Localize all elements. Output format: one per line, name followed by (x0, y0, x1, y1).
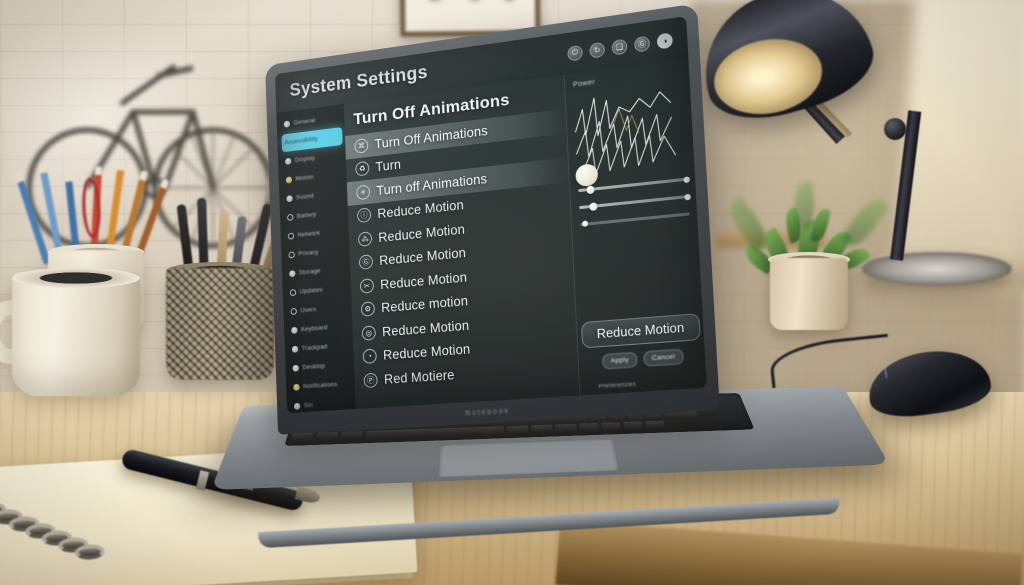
laptop-screen: System Settings ⏻ ↻ ❑ Ⓖ ◑ General Access… (274, 16, 707, 414)
sidebar-item-label: Updates (299, 286, 323, 296)
dial-knob[interactable] (575, 162, 599, 188)
list-item-label: Reduce Motion (382, 341, 471, 363)
accessibility-icon[interactable]: Ⓖ (633, 34, 651, 53)
sparkle-icon: ✳ (356, 184, 371, 201)
gear-icon: ⚙ (360, 301, 376, 318)
sidebar-item-label: Network (297, 229, 321, 239)
settings-list: ⌘ Turn Off Animations ♻ Turn ✳ Turn off … (345, 108, 579, 393)
sidebar-item-label: Privacy (298, 248, 319, 258)
picture-artwork (412, 0, 528, 8)
laptop-brand-label: Notebook (465, 407, 511, 417)
panel-footer-label: Preferences (598, 381, 637, 391)
mug-rim (12, 268, 140, 288)
trackpad[interactable] (438, 438, 619, 478)
compass-icon: ◎ (361, 325, 376, 341)
duration-slider[interactable] (579, 193, 691, 211)
reduce-motion-button[interactable]: Reduce Motion (580, 313, 701, 349)
gear-icon (283, 120, 291, 128)
power-icon[interactable]: ⏻ (567, 44, 583, 62)
main-content: Turn Off Animations ⌘ Turn Off Animation… (343, 75, 580, 410)
sync-icon[interactable]: ↻ (589, 41, 606, 59)
person-icon: ⓘ (356, 207, 372, 224)
laptop-base-front (258, 497, 840, 549)
motion-icon (285, 176, 293, 184)
list-item-label: Turn (375, 157, 402, 175)
slider-handle[interactable] (581, 220, 589, 228)
sidebar-item-label: Trackpad (301, 343, 328, 353)
desktop-icon (292, 364, 299, 372)
sidebar-item-label: Notifications (303, 381, 338, 391)
list-item-label: Reduce Motion (381, 317, 470, 340)
right-panel: Power Reduce Motion Apply Cancel Prefere… (563, 58, 707, 396)
titlebar-icon-group: ⏻ ↻ ❑ Ⓖ ◑ (567, 31, 674, 62)
slider-handle[interactable] (589, 201, 598, 211)
list-item-label: Reduce motion (380, 293, 469, 316)
sidebar-item-label: Storage (298, 267, 321, 277)
accessibility-icon: Ⓖ (358, 254, 374, 271)
list-item-label: Red Motiere (383, 367, 455, 387)
keyboard-icon (291, 326, 298, 334)
sidebar-item-label: Desktop (302, 362, 326, 372)
settings-window: System Settings ⏻ ↻ ❑ Ⓖ ◑ General Access… (274, 16, 707, 414)
slider-end (683, 175, 690, 183)
pointer-icon: ⌘ (354, 137, 369, 154)
privacy-icon (288, 251, 295, 259)
delay-slider[interactable] (580, 212, 690, 228)
slider-end (684, 193, 691, 201)
update-icon (289, 288, 297, 297)
battery-icon (287, 213, 294, 222)
effects-icon: ⁂ (357, 231, 373, 247)
list-item-label: Reduce Motion (379, 269, 468, 292)
list-item-label: Reduce Motion (379, 245, 467, 269)
notebook-spiral (0, 493, 120, 585)
scissors-icon: ✂ (359, 277, 375, 294)
sidebar-item-label: Users (300, 306, 317, 315)
storage-icon (289, 270, 296, 278)
network-icon (287, 232, 295, 240)
display-icon (285, 157, 292, 165)
apply-button[interactable]: Apply (602, 351, 638, 370)
sidebar-item-label: General (293, 117, 316, 127)
lamp-joint-lower (884, 118, 906, 140)
coffee-mug (12, 272, 140, 396)
laptop: System Settings ⏻ ↻ ❑ Ⓖ ◑ General Access… (210, 3, 890, 558)
laptop-lid: System Settings ⏻ ↻ ❑ Ⓖ ◑ General Access… (265, 3, 720, 435)
sidebar-item-label: Battery (296, 211, 317, 220)
motion-icon: ♻ (355, 160, 370, 177)
sidebar-item-label: Keyboard (300, 324, 328, 334)
desk-scene: System Settings ⏻ ↻ ❑ Ⓖ ◑ General Access… (0, 0, 1024, 585)
bell-icon (293, 383, 300, 391)
chat-icon: ◔ (362, 348, 377, 365)
sidebar-item-label: Sound (296, 192, 314, 202)
sidebar: General Accessibility Display Motion Sou… (276, 104, 356, 414)
users-icon (290, 307, 297, 316)
window-body: General Accessibility Display Motion Sou… (276, 58, 707, 414)
circle-icon: Ⓟ (363, 372, 378, 388)
sound-icon (286, 195, 293, 203)
sidebar-item-label: Accessibility (284, 135, 319, 147)
action-button-row: Apply Cancel (585, 347, 703, 370)
trackpad-icon (291, 345, 299, 353)
sidebar-item-label: Display (294, 154, 316, 164)
sidebar-item-label: Motion (295, 173, 315, 183)
appearance-icon[interactable]: ◑ (656, 31, 674, 50)
slider-group (578, 175, 691, 241)
display-icon[interactable]: ❑ (611, 38, 628, 56)
sidebar-item-label: Siri (303, 402, 314, 410)
siri-icon (293, 402, 301, 410)
slider-handle[interactable] (586, 185, 595, 194)
cancel-button[interactable]: Cancel (643, 348, 684, 367)
lamp-base (862, 252, 1012, 286)
